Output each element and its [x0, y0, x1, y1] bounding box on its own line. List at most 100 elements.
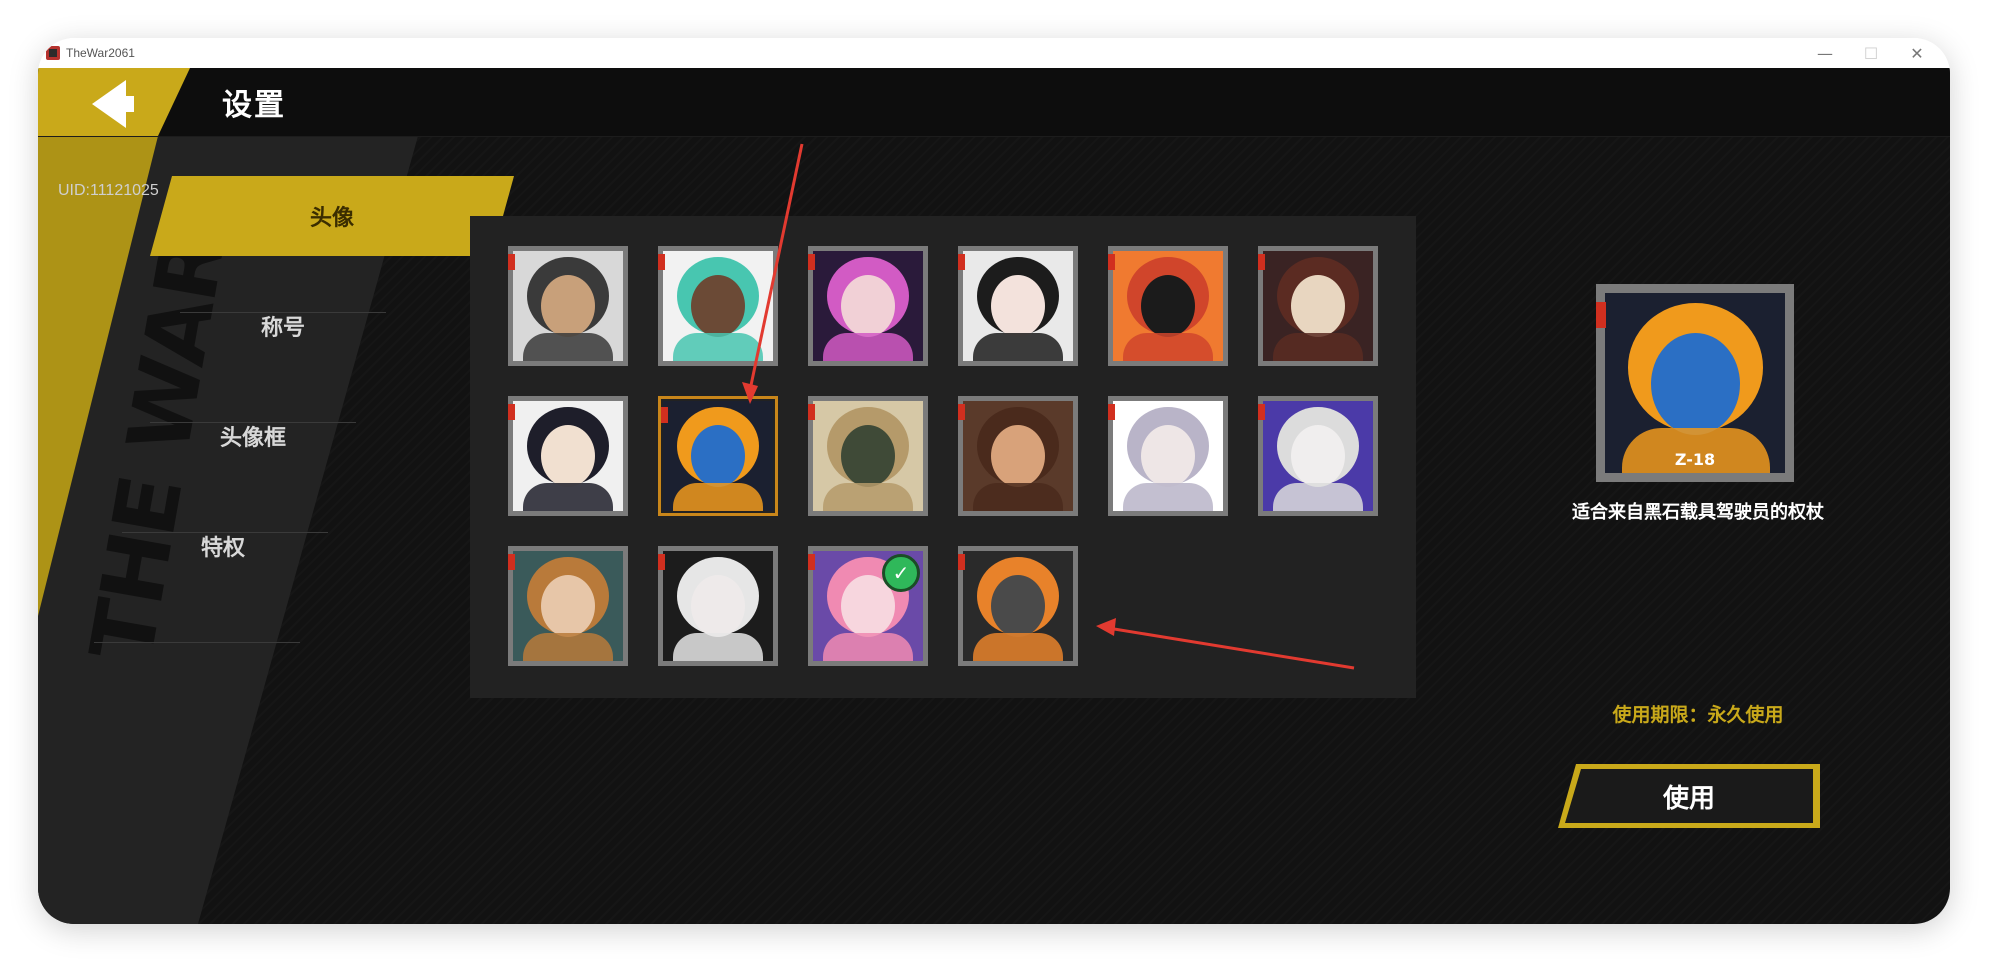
avatar-brown-hair-grin[interactable]	[958, 396, 1078, 516]
portrait-body	[673, 483, 763, 511]
equipped-check-icon: ✓	[882, 554, 920, 592]
avatar-corner-marker	[1258, 254, 1265, 270]
avatar-teal-hair-girl[interactable]	[658, 246, 778, 366]
portrait-body	[1273, 483, 1363, 511]
app-icon	[46, 46, 60, 60]
preview-portrait: Z-18	[1605, 293, 1785, 473]
avatar-pink-hair-girl[interactable]	[808, 246, 928, 366]
window-title: TheWar2061	[66, 46, 135, 60]
top-bar: 设置	[38, 68, 1950, 137]
back-button[interactable]	[38, 68, 190, 136]
sidebar-item-privilege[interactable]: 特权	[108, 506, 338, 586]
preview-badge: Z-18	[1674, 450, 1716, 469]
avatar-corner-marker	[508, 554, 515, 570]
portrait-face	[1141, 425, 1195, 487]
avatar-portrait	[963, 251, 1073, 361]
avatar-portrait	[813, 251, 923, 361]
avatar-portrait	[1263, 251, 1373, 361]
portrait-face	[691, 425, 745, 487]
preview-corner-marker	[1596, 302, 1606, 328]
sidebar-item-avatar[interactable]: 头像	[150, 176, 514, 256]
avatar-corner-marker	[658, 254, 665, 270]
minimize-icon[interactable]: —	[1802, 38, 1848, 68]
avatar-corner-marker	[958, 404, 965, 420]
avatar-gas-mask[interactable]	[808, 396, 928, 516]
avatar-corner-marker	[508, 254, 515, 270]
use-button[interactable]: 使用	[1558, 764, 1820, 828]
portrait-face	[691, 275, 745, 337]
portrait-face	[841, 425, 895, 487]
portrait-body	[973, 633, 1063, 661]
portrait-body	[1273, 333, 1363, 361]
portrait-face	[841, 275, 895, 337]
avatar-black-hair-girl[interactable]	[958, 246, 1078, 366]
avatar-silver-hair-profile[interactable]	[1108, 396, 1228, 516]
usage-duration: 使用期限：永久使用	[1612, 704, 1784, 726]
avatar-white-hat-girl[interactable]	[658, 546, 778, 666]
avatar-portrait	[813, 401, 923, 511]
portrait-face	[1651, 332, 1741, 435]
avatar-portrait	[1263, 401, 1373, 511]
title-bar: TheWar2061 — ☐ ✕	[38, 38, 1950, 68]
portrait-face	[991, 275, 1045, 337]
avatar-portrait	[1113, 401, 1223, 511]
avatar-masked-soldier[interactable]	[508, 246, 628, 366]
portrait-face	[991, 425, 1045, 487]
avatar-corner-marker	[808, 254, 815, 270]
avatar-portrait	[963, 401, 1073, 511]
avatar-white-officer[interactable]	[1258, 396, 1378, 516]
sidebar-item-avatar-frame[interactable]: 头像框	[138, 396, 368, 476]
portrait-face	[541, 575, 595, 637]
portrait-body	[823, 333, 913, 361]
portrait-body	[523, 333, 613, 361]
avatar-grid: ✓	[470, 216, 1416, 698]
avatar-corner-marker	[808, 554, 815, 570]
maximize-icon[interactable]: ☐	[1848, 38, 1894, 68]
page-title: 设置	[222, 88, 286, 123]
avatar-black-mask-red[interactable]	[1108, 246, 1228, 366]
avatar-corner-marker	[661, 407, 668, 423]
sidebar-item-title[interactable]: 称号	[168, 286, 398, 366]
window-controls: — ☐ ✕	[1802, 38, 1940, 68]
avatar-portrait	[1113, 251, 1223, 361]
avatar-corner-marker	[508, 404, 515, 420]
portrait-face	[691, 575, 745, 637]
avatar-portrait	[963, 551, 1073, 661]
portrait-face	[1141, 275, 1195, 337]
avatar-corner-marker	[1108, 404, 1115, 420]
portrait-body	[1123, 483, 1213, 511]
avatar-skull-mask[interactable]	[1258, 246, 1378, 366]
avatar-robot-mech[interactable]	[958, 546, 1078, 666]
avatar-portrait	[513, 251, 623, 361]
portrait-body	[973, 483, 1063, 511]
portrait-body	[523, 633, 613, 661]
avatar-white-hair-boy[interactable]	[508, 396, 628, 516]
close-icon[interactable]: ✕	[1894, 38, 1940, 68]
avatar-portrait	[663, 251, 773, 361]
portrait-body	[1123, 333, 1213, 361]
avatar-preview: Z-18	[1596, 284, 1794, 482]
avatar-portrait	[513, 551, 623, 661]
avatar-description: 适合来自黑石载具驾驶员的权杖	[1572, 502, 1824, 523]
avatar-portrait	[663, 401, 773, 511]
avatar-corner-marker	[808, 404, 815, 420]
portrait-face	[541, 425, 595, 487]
avatar-portrait	[663, 551, 773, 661]
portrait-face	[541, 275, 595, 337]
avatar-corner-marker	[1108, 254, 1115, 270]
portrait-body	[823, 633, 913, 661]
portrait-body	[523, 483, 613, 511]
avatar-z18-pilot[interactable]	[658, 396, 778, 516]
portrait-body	[673, 333, 763, 361]
avatar-corner-marker	[1258, 404, 1265, 420]
portrait-body	[823, 483, 913, 511]
avatar-portrait	[513, 401, 623, 511]
avatar-pink-cat-girl[interactable]: ✓	[808, 546, 928, 666]
use-button-label: 使用	[1565, 769, 1813, 823]
avatar-goggles-girl[interactable]	[508, 546, 628, 666]
portrait-face	[1291, 425, 1345, 487]
portrait-body	[973, 333, 1063, 361]
avatar-corner-marker	[658, 554, 665, 570]
user-uid: UID:11121025	[58, 182, 159, 199]
portrait-face	[1291, 275, 1345, 337]
